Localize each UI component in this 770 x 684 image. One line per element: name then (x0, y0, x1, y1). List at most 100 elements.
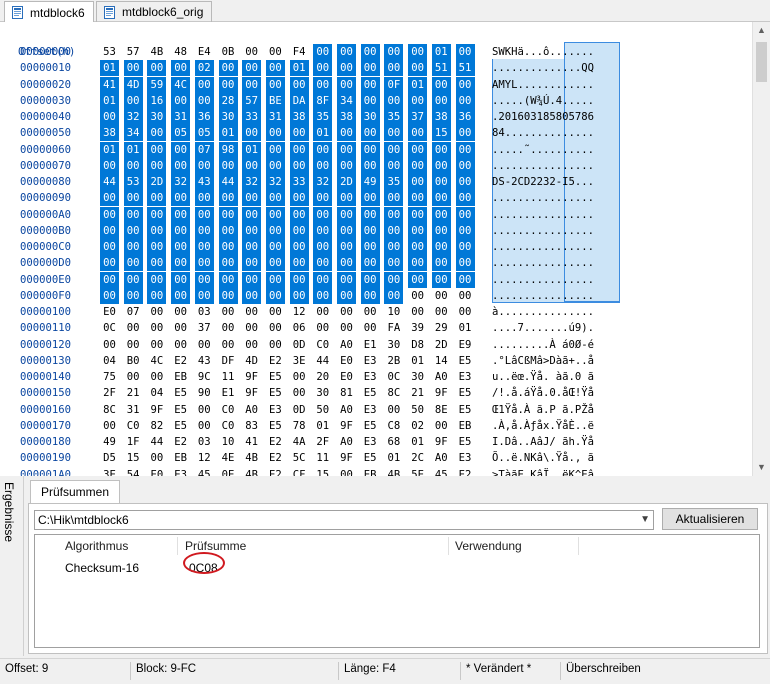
hex-byte[interactable]: C0 (313, 337, 332, 353)
hex-byte[interactable]: 00 (100, 271, 119, 288)
hex-byte[interactable]: 00 (408, 44, 428, 60)
hex-byte[interactable]: 29 (432, 320, 451, 336)
hex-byte[interactable]: 0D (290, 337, 309, 353)
hex-byte[interactable]: E5 (456, 385, 475, 401)
hex-byte[interactable]: 00 (289, 287, 309, 304)
hex-byte[interactable]: 30 (313, 385, 332, 401)
hex-byte[interactable]: 00 (242, 157, 262, 174)
hex-byte[interactable]: 36 (194, 109, 214, 125)
hex-byte[interactable]: D8 (408, 337, 427, 353)
hex-byte[interactable]: 9F (242, 385, 261, 401)
hex-byte[interactable]: 78 (290, 418, 309, 434)
refresh-button[interactable]: Aktualisieren (662, 508, 758, 530)
hex-byte[interactable]: 01 (313, 125, 333, 142)
hex-byte[interactable]: 00 (242, 287, 262, 304)
ascii-text[interactable]: ................ (492, 288, 622, 304)
hex-byte[interactable]: E5 (266, 385, 285, 401)
hex-byte[interactable]: 00 (337, 76, 356, 93)
hex-byte[interactable]: 00 (313, 141, 333, 158)
ascii-text[interactable]: ................ (492, 190, 622, 206)
hex-byte[interactable]: E3 (361, 369, 380, 385)
hex-byte[interactable]: 00 (194, 157, 214, 174)
hex-byte[interactable]: 00 (408, 255, 428, 272)
hex-byte[interactable]: 35 (384, 109, 404, 125)
hex-byte[interactable]: 00 (218, 60, 238, 77)
hex-byte[interactable]: 00 (242, 125, 262, 142)
hex-byte[interactable]: 00 (194, 255, 214, 272)
hex-row[interactable]: 00000170 00 C0 82 E5 00 C0 83 E5 78 01 9F E5 C8 02 00 EB… (0, 418, 752, 434)
hex-byte[interactable]: 00 (360, 76, 380, 93)
hex-byte[interactable]: E4 (195, 44, 214, 60)
hex-byte[interactable]: 49 (100, 434, 119, 450)
hex-byte[interactable]: 00 (360, 92, 380, 109)
hex-byte[interactable]: 06 (290, 320, 309, 336)
hex-row[interactable]: 000000D0 00 00 00 00 00 00 00 00 00 00 00 00 00 00 00 00… (0, 255, 752, 272)
hex-byte[interactable]: 59 (147, 76, 167, 93)
hex-byte[interactable]: 2B (384, 353, 403, 369)
hex-byte[interactable]: 00 (313, 60, 333, 77)
hex-byte[interactable]: 00 (242, 206, 262, 223)
hex-byte[interactable]: 00 (337, 255, 356, 272)
hex-byte[interactable]: 00 (313, 255, 333, 272)
hex-byte[interactable]: E5 (361, 418, 380, 434)
hex-byte[interactable]: 00 (289, 271, 309, 288)
hex-byte[interactable]: 00 (360, 60, 380, 77)
hex-byte[interactable]: E0 (337, 353, 356, 369)
hex-row[interactable]: 00000190 D5 15 00 EB 12 4E 4B E2 5C 11 9F E5 01 2C A0 E3… (0, 450, 752, 466)
hex-byte[interactable]: 00 (100, 287, 119, 304)
hex-byte[interactable]: 00 (100, 190, 119, 207)
hex-row[interactable]: 00000100 E0 07 00 00 03 00 00 00 12 00 00 00 10 00 00 00… (0, 304, 752, 320)
hex-byte[interactable]: A0 (337, 434, 356, 450)
hex-byte[interactable]: 00 (100, 206, 119, 223)
hex-byte[interactable]: 00 (408, 174, 428, 190)
hex-row[interactable]: 00000020 41 4D 59 4C 00 00 00 00 00 00 00 00 0F 01 00 00… (0, 76, 752, 93)
hex-byte[interactable]: 00 (218, 255, 238, 272)
hex-byte[interactable]: 00 (384, 402, 403, 418)
ascii-text[interactable]: ................ (492, 207, 622, 223)
hex-byte[interactable]: E5 (266, 369, 285, 385)
hex-byte[interactable]: 00 (313, 287, 333, 304)
hex-row[interactable]: 00000000 53 57 4B 48 E4 0B 00 00 F4 00 00 00 00 00 01 00… (0, 44, 752, 60)
hex-byte[interactable]: 02 (194, 60, 214, 77)
hex-byte[interactable]: 2F (100, 385, 119, 401)
hex-byte[interactable]: 00 (337, 206, 356, 223)
hex-byte[interactable]: 4B (147, 44, 166, 60)
hex-byte[interactable]: 00 (313, 320, 332, 336)
hex-byte[interactable]: 00 (432, 288, 451, 304)
hex-byte[interactable]: 00 (171, 190, 191, 207)
hex-byte[interactable]: E5 (171, 385, 190, 401)
hex-byte[interactable]: 00 (384, 92, 404, 109)
hex-byte[interactable]: 48 (171, 44, 190, 60)
ascii-text[interactable]: u..ëœ.Ÿå. àã.0 ã (492, 369, 622, 385)
hex-byte[interactable]: 00 (432, 418, 451, 434)
hex-row[interactable]: 00000060 01 01 00 00 07 98 01 00 00 00 00 00 00 00 00 00… (0, 141, 752, 158)
hex-byte[interactable]: EB (171, 450, 190, 466)
ascii-text[interactable]: DS-2CD2232-I5... (492, 174, 622, 190)
hex-byte[interactable]: 00 (408, 206, 428, 223)
hex-byte[interactable]: 2D (432, 337, 451, 353)
hex-byte[interactable]: 50 (313, 402, 332, 418)
hex-byte[interactable]: E5 (171, 402, 190, 418)
hex-byte[interactable]: E5 (456, 434, 475, 450)
hex-byte[interactable]: 00 (431, 190, 451, 207)
hex-byte[interactable]: 00 (337, 239, 356, 255)
hex-byte[interactable]: 00 (431, 222, 451, 239)
column-divider[interactable] (578, 537, 579, 555)
hex-byte[interactable]: 43 (194, 174, 214, 190)
hex-byte[interactable]: 00 (313, 304, 332, 320)
hex-byte[interactable]: 00 (194, 271, 214, 288)
hex-byte[interactable]: 00 (123, 239, 143, 255)
hex-byte[interactable]: 44 (313, 353, 332, 369)
hex-byte[interactable]: 32 (313, 174, 333, 190)
ascii-text[interactable]: /!.å.áŸå.0.åŒ!Ÿå (492, 385, 622, 401)
hex-byte[interactable]: 30 (147, 109, 167, 125)
hex-row[interactable]: 00000040 00 32 30 31 36 30 33 31 38 35 38 30 35 37 38 36… (0, 109, 752, 125)
hex-byte[interactable]: 00 (360, 271, 380, 288)
hex-row[interactable]: 000001A0 3E 54 E0 E3 45 0E 4B E2 CF 15 00 EB 4B 5E 45 E2… (0, 467, 752, 477)
hex-byte[interactable]: 00 (218, 190, 238, 207)
hex-byte[interactable]: 00 (194, 239, 214, 255)
hex-byte[interactable]: C0 (124, 418, 143, 434)
hex-byte[interactable]: 8F (313, 92, 333, 109)
hex-byte[interactable]: 12 (290, 304, 309, 320)
hex-byte[interactable]: 00 (289, 255, 309, 272)
